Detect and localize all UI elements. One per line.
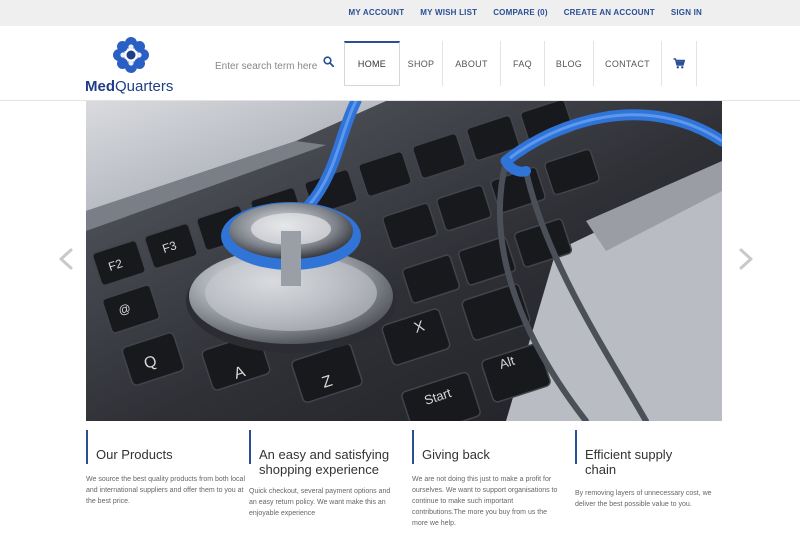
nav-shop[interactable]: SHOP: [400, 41, 442, 86]
feature-supply-chain: Efficient supply chain By removing layer…: [575, 430, 735, 510]
feature-title: Efficient supply chain: [585, 447, 673, 477]
nav-about[interactable]: ABOUT: [442, 41, 500, 86]
logo-wordmark: MedQuarters: [85, 78, 174, 95]
feature-title: Giving back: [422, 447, 490, 462]
search-box: [215, 56, 335, 74]
search-input[interactable]: [215, 59, 319, 74]
compare-link[interactable]: COMPARE (0): [493, 8, 548, 17]
feature-text: We source the best quality products from…: [86, 476, 246, 505]
chevron-right-icon[interactable]: [738, 248, 754, 270]
nav-cart[interactable]: [661, 41, 697, 86]
nav-home[interactable]: HOME: [344, 41, 400, 86]
feature-giving-back: Giving back We are not doing this just t…: [412, 430, 572, 529]
my-account-link[interactable]: MY ACCOUNT: [349, 8, 405, 17]
feature-accent-bar: [249, 430, 251, 464]
feature-title: An easy and satisfying shopping experien…: [259, 447, 390, 477]
main-nav: HOME SHOP ABOUT FAQ BLOG CONTACT: [344, 41, 697, 86]
sign-in-link[interactable]: SIGN IN: [671, 8, 702, 17]
nav-faq[interactable]: FAQ: [500, 41, 544, 86]
logo-flower-icon: [113, 37, 149, 73]
site-logo[interactable]: MedQuarters: [85, 34, 180, 96]
site-header: MedQuarters HOME SHOP ABOUT FAQ BLOG CON…: [0, 26, 800, 101]
feature-shopping-experience: An easy and satisfying shopping experien…: [249, 430, 409, 519]
hero-image-laptop-stethoscope: F2 F3 @ Q A Z Start Alt X: [86, 101, 722, 421]
feature-accent-bar: [412, 430, 414, 464]
feature-text: We are not doing this just to make a pro…: [412, 476, 558, 527]
hero-slider[interactable]: F2 F3 @ Q A Z Start Alt X: [86, 101, 722, 421]
feature-title: Our Products: [96, 447, 173, 462]
feature-accent-bar: [575, 430, 577, 464]
search-icon[interactable]: [323, 56, 334, 67]
top-utility-bar: MY ACCOUNT MY WISH LIST COMPARE (0) CREA…: [0, 0, 800, 26]
nav-contact[interactable]: CONTACT: [593, 41, 661, 86]
feature-our-products: Our Products We source the best quality …: [86, 430, 246, 507]
feature-text: By removing layers of unnecessary cost, …: [575, 490, 712, 508]
chevron-left-icon[interactable]: [58, 248, 74, 270]
cart-icon: [673, 58, 685, 69]
nav-blog[interactable]: BLOG: [544, 41, 593, 86]
feature-text: Quick checkout, several payment options …: [249, 488, 391, 517]
features-section: Our Products We source the best quality …: [86, 430, 736, 541]
my-wish-list-link[interactable]: MY WISH LIST: [420, 8, 477, 17]
feature-accent-bar: [86, 430, 88, 464]
create-account-link[interactable]: CREATE AN ACCOUNT: [564, 8, 655, 17]
account-links: MY ACCOUNT MY WISH LIST COMPARE (0) CREA…: [349, 8, 703, 17]
